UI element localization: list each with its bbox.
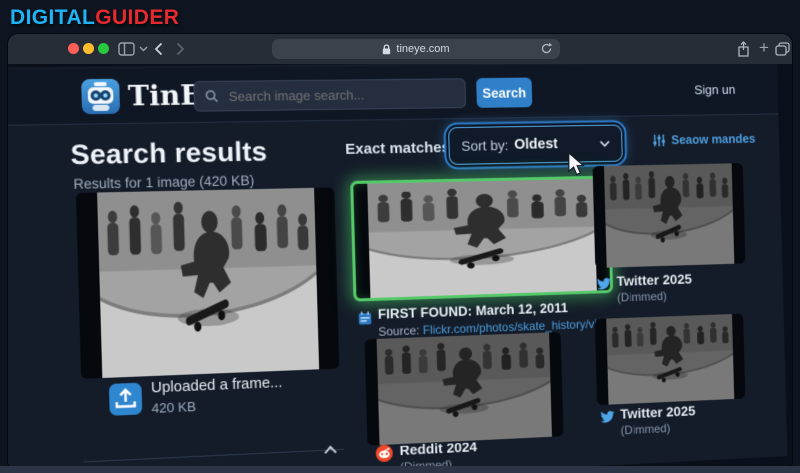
match-thumbnail-reddit[interactable] xyxy=(364,332,564,446)
reddit-icon xyxy=(375,444,393,463)
upload-icon xyxy=(108,382,143,416)
page-viewport: TinEye Search Sign un Search results Res… xyxy=(8,64,792,466)
tineye-logo-icon[interactable] xyxy=(81,78,121,115)
exact-matches-header: Exact matches xyxy=(345,139,450,158)
zoom-window-button[interactable] xyxy=(98,43,109,54)
selected-match-thumbnail[interactable] xyxy=(350,175,614,302)
tab-overview-icon[interactable] xyxy=(775,42,790,56)
url-text: tineye.com xyxy=(396,43,450,55)
mouse-cursor xyxy=(568,152,585,176)
chevron-down-icon xyxy=(599,140,610,147)
search-button[interactable]: Search xyxy=(476,77,533,108)
refresh-icon[interactable] xyxy=(540,42,553,55)
calendar-icon xyxy=(358,311,372,325)
minimize-window-button[interactable] xyxy=(83,43,94,54)
sign-up-link[interactable]: Sign un xyxy=(694,82,735,97)
match-tools-link[interactable]: Seaow mandes xyxy=(652,132,755,147)
match-title[interactable]: Reddit 2024 xyxy=(399,438,477,458)
search-icon xyxy=(205,89,219,103)
forward-icon[interactable] xyxy=(176,42,185,56)
sort-by-label: Sort by: xyxy=(461,137,509,154)
lock-icon xyxy=(383,43,391,54)
match-note: (Dimmed) xyxy=(616,289,667,305)
sort-by-dropdown[interactable]: Sort by: Oldest xyxy=(448,124,623,166)
twitter-icon xyxy=(600,410,615,423)
watermark-blue-text: DIGITAL xyxy=(10,6,96,29)
new-tab-icon[interactable]: + xyxy=(759,38,769,58)
match-title[interactable]: Twitter 2025 xyxy=(620,403,696,422)
match-caption: Twitter 2025 (Dimmed) xyxy=(616,271,692,305)
close-window-button[interactable] xyxy=(68,43,79,54)
upload-file-size: 420 KB xyxy=(151,398,197,417)
search-input[interactable] xyxy=(226,84,456,105)
page-title: Search results xyxy=(70,136,268,171)
match-title[interactable]: Twitter 2025 xyxy=(616,271,692,289)
search-bar[interactable] xyxy=(193,78,467,112)
chevron-down-icon[interactable] xyxy=(139,46,148,52)
match-caption: Twitter 2025 (Dimmed) xyxy=(620,403,696,438)
tineye-page: TinEye Search Sign un Search results Res… xyxy=(8,64,788,466)
twitter-icon xyxy=(596,277,612,290)
match-thumbnail-twitter-2[interactable] xyxy=(594,313,746,406)
digitalguider-watermark: DIGITALGUIDER xyxy=(10,6,179,30)
match-note: (Dimmed) xyxy=(399,457,453,466)
upload-title: Uploaded a frame... xyxy=(150,374,283,397)
match-note: (Dimmed) xyxy=(620,421,671,438)
match-tools-label: Seaow mandes xyxy=(671,132,756,148)
chevron-up-icon[interactable] xyxy=(323,445,337,455)
divider xyxy=(83,448,344,463)
browser-window: tineye.com + TinEye Search image search.… xyxy=(8,34,792,466)
match-thumbnail-twitter-1[interactable] xyxy=(592,163,746,269)
share-icon[interactable] xyxy=(737,41,750,57)
sort-by-value: Oldest xyxy=(514,136,559,153)
filter-sliders-icon xyxy=(652,135,665,147)
watermark-red-text: GUIDER xyxy=(95,6,180,29)
url-bar[interactable]: tineye.com xyxy=(272,39,560,59)
window-bottom-edge xyxy=(0,466,800,473)
back-icon[interactable] xyxy=(154,42,163,56)
browser-toolbar: tineye.com + xyxy=(8,34,792,64)
match-caption: Reddit 2024 (Dimmed) xyxy=(399,438,477,466)
tineye-navbar: TinEye Search Sign un xyxy=(8,64,779,127)
uploaded-image-preview xyxy=(75,187,340,379)
sidebar-toggle-icon[interactable] xyxy=(118,42,135,56)
